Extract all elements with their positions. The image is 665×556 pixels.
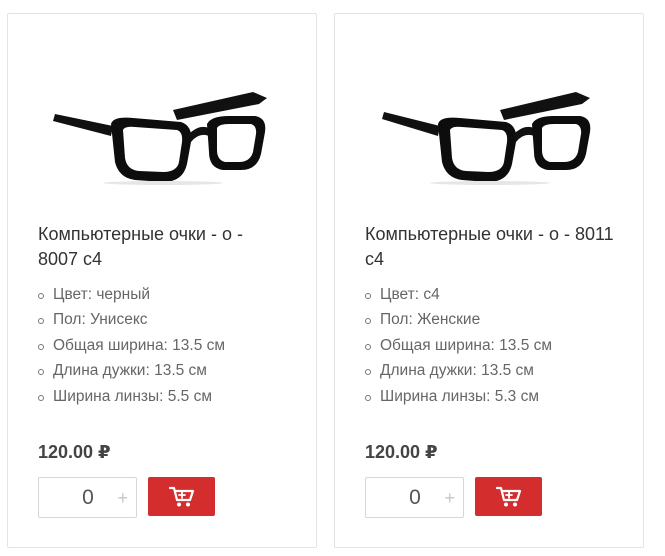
glasses-image	[382, 92, 591, 185]
spec-lens-width: Ширина линзы: 5.3 см	[365, 384, 552, 409]
product-card: Компьютерные очки - о - 8007 с4 Цвет: че…	[7, 13, 317, 548]
product-title[interactable]: Компьютерные очки - о - 8007 с4	[38, 222, 288, 272]
product-price: 120.00 ₽	[38, 442, 111, 462]
spec-temple-length: Длина дужки: 13.5 см	[38, 358, 225, 383]
add-to-cart-button[interactable]	[148, 477, 215, 516]
plus-icon[interactable]: +	[444, 488, 455, 508]
spec-lens-width: Ширина линзы: 5.5 см	[38, 384, 225, 409]
quantity-value: 0	[409, 486, 421, 509]
product-title[interactable]: Компьютерные очки - о - 8011 с4	[365, 222, 615, 272]
spec-gender: Пол: Унисекс	[38, 307, 225, 332]
product-specs: Цвет: черный Пол: Унисекс Общая ширина: …	[38, 282, 225, 409]
spec-total-width: Общая ширина: 13.5 см	[365, 333, 552, 358]
quantity-stepper[interactable]: 0 +	[38, 477, 137, 518]
shopping-cart-icon	[495, 486, 521, 506]
shopping-cart-icon	[168, 486, 194, 506]
spec-total-width: Общая ширина: 13.5 см	[38, 333, 225, 358]
glasses-image	[53, 92, 267, 185]
spec-color: Цвет: черный	[38, 282, 225, 307]
quantity-stepper[interactable]: 0 +	[365, 477, 464, 518]
quantity-value: 0	[82, 486, 94, 509]
spec-gender: Пол: Женские	[365, 307, 552, 332]
product-image[interactable]	[335, 86, 645, 196]
spec-temple-length: Длина дужки: 13.5 см	[365, 358, 552, 383]
product-image[interactable]	[8, 86, 318, 196]
product-card: Компьютерные очки - о - 8011 с4 Цвет: с4…	[334, 13, 644, 548]
spec-color: Цвет: с4	[365, 282, 552, 307]
product-price: 120.00 ₽	[365, 442, 438, 462]
plus-icon[interactable]: +	[117, 488, 128, 508]
add-to-cart-button[interactable]	[475, 477, 542, 516]
product-specs: Цвет: с4 Пол: Женские Общая ширина: 13.5…	[365, 282, 552, 409]
